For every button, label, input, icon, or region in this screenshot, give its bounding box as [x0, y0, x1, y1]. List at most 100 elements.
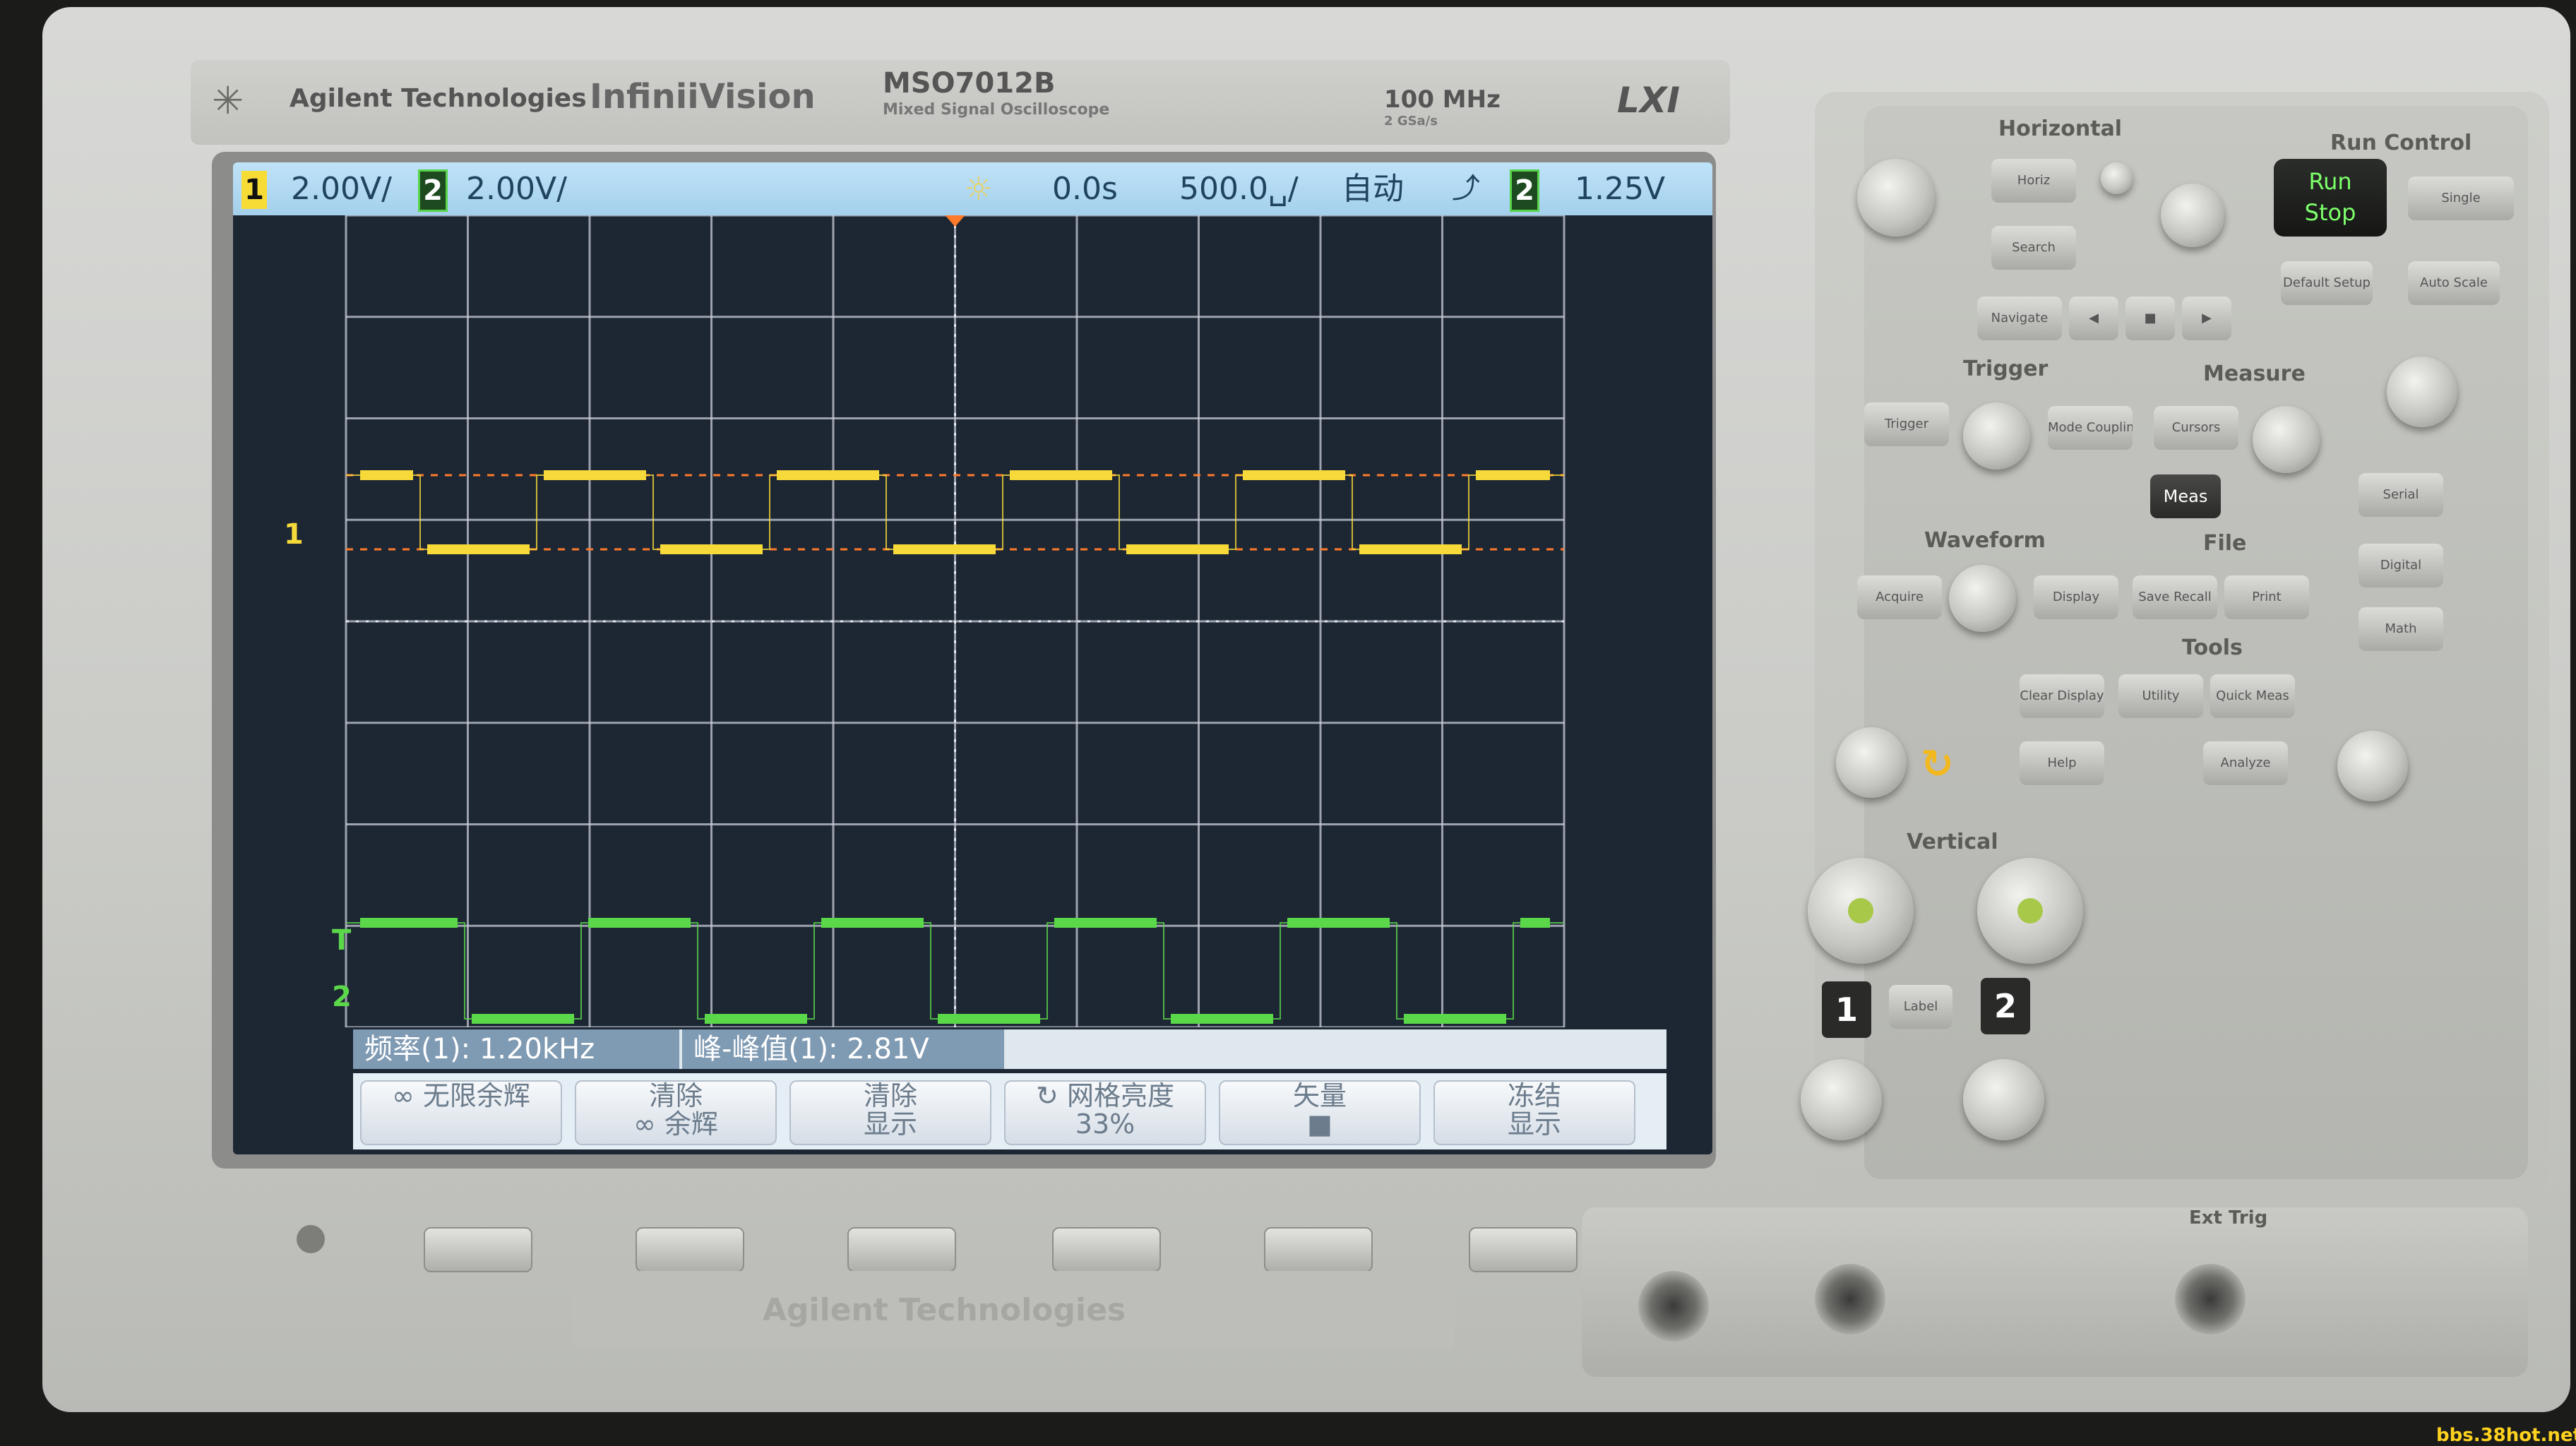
front-logo-text: Agilent Technologies [763, 1292, 1126, 1328]
label-button[interactable]: Label [1889, 985, 1952, 1029]
trigger-level: 1.25V [1575, 171, 1666, 207]
entry-knob[interactable] [2387, 357, 2457, 427]
analyze-button[interactable]: Analyze [2203, 741, 2288, 785]
stop-label: Stop [2304, 199, 2356, 226]
softkey-5-line2: ■ [1307, 1109, 1332, 1140]
ch1-key[interactable]: 1 [1822, 981, 1871, 1038]
navigate-forward-icon[interactable]: ▶ [2182, 297, 2231, 340]
meas-button[interactable]: Meas [2150, 474, 2221, 518]
lxi-logo: LXI [1617, 80, 1681, 121]
physical-softkey-3[interactable] [847, 1227, 956, 1272]
agilent-logo-icon: ✳ [212, 78, 244, 123]
ch2-bnc-input[interactable] [1815, 1264, 1885, 1334]
softkey-4-line2: 33% [1075, 1109, 1135, 1140]
trigger-source: 2 [1510, 169, 1539, 212]
horizontal-position-knob[interactable] [2161, 184, 2224, 247]
softkey-grid-intensity[interactable]: ↻ 网格亮度 33% [1004, 1080, 1206, 1145]
softkey-1-line1: ∞ 无限余辉 [392, 1080, 530, 1111]
ch2-position-knob[interactable] [1963, 1059, 2044, 1140]
section-tools: Tools [2182, 635, 2243, 660]
trigger-level-marker: T [332, 924, 352, 957]
model-name: MSO7012B [883, 67, 1056, 100]
trigger-button[interactable]: Trigger [1864, 402, 1949, 446]
run-stop-button[interactable]: Run Stop [2274, 159, 2387, 237]
ch1-position-knob[interactable] [1801, 1059, 1882, 1140]
mode-coupling-button[interactable]: Mode Coupling [2048, 406, 2133, 450]
math-position-knob[interactable] [2337, 731, 2408, 801]
single-button[interactable]: Single [2408, 177, 2514, 220]
physical-softkey-6[interactable] [1469, 1227, 1578, 1272]
section-run-control: Run Control [2330, 131, 2472, 155]
digital-button[interactable]: Digital [2359, 544, 2443, 587]
power-button[interactable] [297, 1225, 325, 1253]
knob-active-icon: ↻ [1921, 741, 1954, 787]
serial-button[interactable]: Serial [2359, 473, 2443, 517]
ch1-volts-knob[interactable] [1808, 858, 1914, 964]
softkey-clear-persistence[interactable]: 清除 ∞ 余辉 [575, 1080, 777, 1145]
ext-trig-bnc-input[interactable] [2175, 1264, 2246, 1334]
brand-name: Agilent Technologies [290, 84, 587, 113]
softkey-clear-display[interactable]: 清除 显示 [789, 1080, 991, 1145]
ch2-indicator: 2 [418, 169, 448, 212]
measurement-peak-to-peak: 峰-峰值(1): 2.81V [682, 1029, 1004, 1069]
cursors-button[interactable]: Cursors [2154, 406, 2238, 450]
physical-softkey-4[interactable] [1052, 1227, 1161, 1272]
time-delay: 0.0s [1052, 171, 1118, 207]
ch2-key[interactable]: 2 [1981, 978, 2030, 1034]
ch2-volts-knob[interactable] [1977, 858, 2083, 964]
header-strip: ✳ Agilent Technologies InfiniiVision MSO… [191, 60, 1730, 145]
softkey-3-line1: 清除 [863, 1080, 917, 1111]
softkey-vectors[interactable]: 矢量 ■ [1219, 1080, 1421, 1145]
measurement-bar: 频率(1): 1.20kHz 峰-峰值(1): 2.81V [353, 1029, 1666, 1069]
section-measure: Measure [2203, 362, 2306, 386]
auto-scale-button[interactable]: Auto Scale [2408, 261, 2500, 305]
quick-meas-button[interactable]: Quick Meas [2210, 674, 2295, 718]
horiz-button[interactable]: Horiz [1991, 159, 2076, 203]
general-purpose-knob[interactable] [1836, 727, 1907, 798]
trigger-level-knob[interactable] [1963, 402, 2030, 470]
intensity-knob[interactable] [1949, 565, 2016, 632]
softkey-5-line1: 矢量 [1292, 1080, 1347, 1111]
ch2-ground-marker: 2 [332, 981, 352, 1013]
navigate-back-icon[interactable]: ◀ [2069, 297, 2118, 340]
bandwidth-label: 100 MHz [1384, 85, 1501, 114]
ch1-bnc-input[interactable] [1638, 1271, 1709, 1342]
softkey-freeze-display[interactable]: 冻结 显示 [1433, 1080, 1635, 1145]
time-scale: 500.0␣/ [1179, 171, 1299, 207]
display-button[interactable]: Display [2034, 575, 2118, 619]
series-name: InfiniiVision [590, 77, 816, 116]
waveform-display: 1 T 2 [284, 215, 1566, 1027]
cursors-knob[interactable] [2253, 406, 2320, 473]
navigate-stop-icon[interactable]: ■ [2125, 297, 2175, 340]
softkey-menu: ∞ 无限余辉 清除 ∞ 余辉 清除 显示 ↻ 网格亮度 33% 矢量 ■ 冻结 显示 [353, 1073, 1666, 1149]
softkey-infinite-persistence[interactable]: ∞ 无限余辉 [360, 1080, 562, 1145]
utility-button[interactable]: Utility [2118, 674, 2203, 718]
clear-display-button[interactable]: Clear Display [2020, 674, 2104, 718]
acquire-button[interactable]: Acquire [1857, 575, 1942, 619]
navigate-button[interactable]: Navigate [1977, 297, 2062, 340]
section-horizontal: Horizontal [1998, 116, 2123, 141]
model-subtitle: Mixed Signal Oscilloscope [883, 101, 1110, 119]
search-button[interactable]: Search [1991, 226, 2076, 270]
save-recall-button[interactable]: Save Recall [2133, 575, 2217, 619]
math-button[interactable]: Math [2359, 607, 2443, 651]
horizontal-scale-knob[interactable] [1857, 159, 1935, 237]
softkey-4-line1: ↻ 网格亮度 [1036, 1080, 1174, 1111]
input-connector-strip [1582, 1207, 2528, 1377]
default-setup-button[interactable]: Default Setup [2281, 261, 2373, 305]
ch1-indicator: 1 [242, 171, 267, 209]
measurement-frequency: 频率(1): 1.20kHz [353, 1029, 679, 1069]
physical-softkey-1[interactable] [424, 1227, 532, 1272]
physical-softkey-5[interactable] [1264, 1227, 1373, 1272]
front-logo-plate: Agilent Technologies [572, 1271, 1455, 1349]
softkey-3-line2: 显示 [863, 1109, 917, 1140]
horizontal-zoom-knob[interactable] [2101, 162, 2133, 194]
print-button[interactable]: Print [2224, 575, 2309, 619]
ch1-ground-marker: 1 [284, 518, 304, 551]
physical-softkey-2[interactable] [636, 1227, 744, 1272]
section-file: File [2203, 531, 2247, 556]
section-trigger: Trigger [1963, 357, 2049, 381]
help-button[interactable]: Help [2020, 741, 2104, 785]
trigger-position-marker [945, 215, 965, 227]
ch1-scale: 2.00V/ [291, 171, 392, 207]
